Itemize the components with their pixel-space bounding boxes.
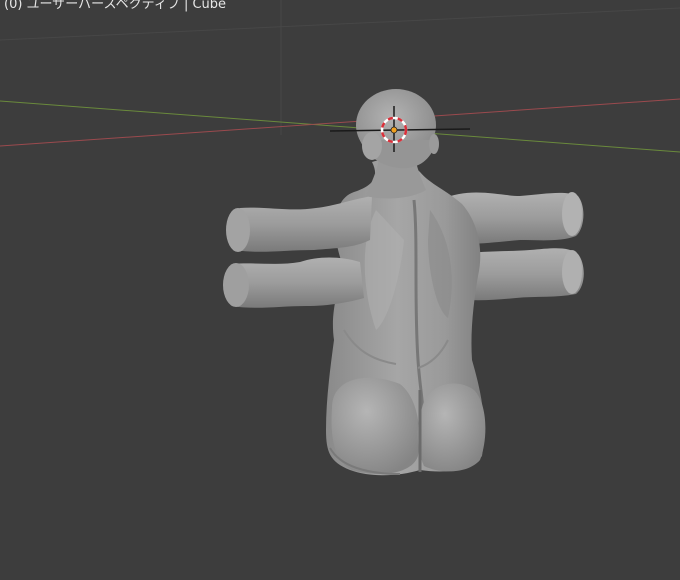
- buttocks[interactable]: [329, 377, 486, 475]
- sculpt-mesh[interactable]: [0, 0, 680, 580]
- left-ear: [362, 132, 382, 160]
- left-upper-arm[interactable]: [226, 196, 372, 252]
- left-lower-arm[interactable]: [223, 257, 364, 308]
- right-ear: [429, 134, 439, 154]
- 3d-viewport[interactable]: (0) ユーザーパースペクティブ | Cube: [0, 0, 680, 580]
- head[interactable]: [356, 89, 439, 169]
